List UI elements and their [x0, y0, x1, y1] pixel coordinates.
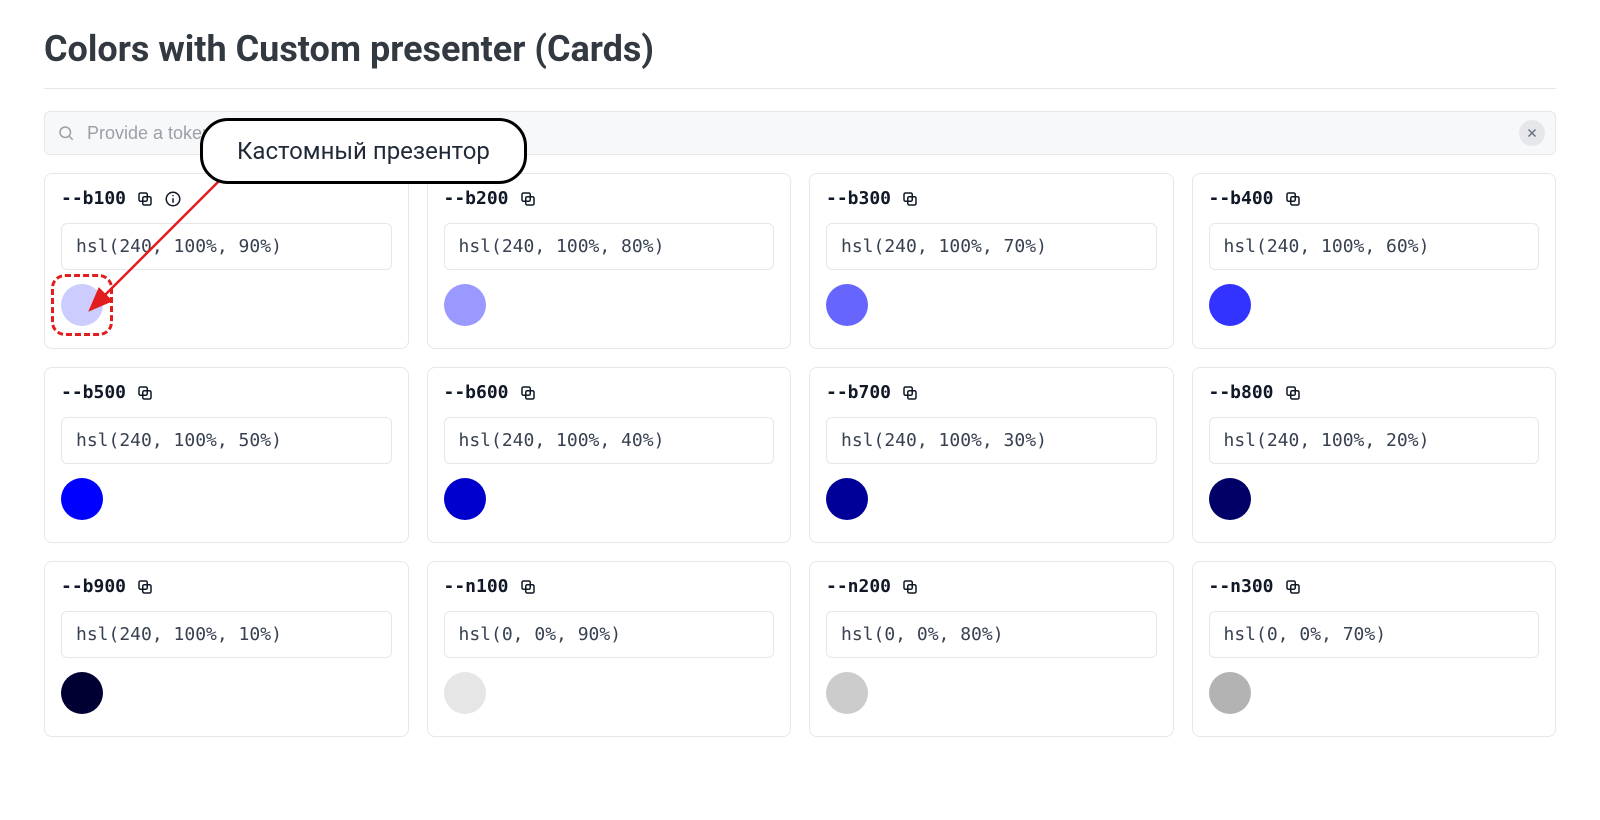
- color-card: --b600 hsl(240, 100%, 40%): [427, 367, 792, 543]
- token-name: --b600: [444, 382, 509, 403]
- token-value[interactable]: hsl(240, 100%, 70%): [826, 223, 1157, 270]
- token-name: --b900: [61, 576, 126, 597]
- token-value[interactable]: hsl(240, 100%, 20%): [1209, 417, 1540, 464]
- token-name: --n200: [826, 576, 891, 597]
- card-header: --b100: [61, 188, 392, 209]
- copy-icon[interactable]: [519, 190, 537, 208]
- color-card: --n300 hsl(0, 0%, 70%): [1192, 561, 1557, 737]
- annotation-callout: Кастомный презентор: [200, 118, 527, 184]
- token-name: --b800: [1209, 382, 1274, 403]
- copy-icon[interactable]: [519, 384, 537, 402]
- card-header: --b700: [826, 382, 1157, 403]
- color-swatch: [1209, 672, 1251, 714]
- copy-icon[interactable]: [901, 578, 919, 596]
- card-header: --b600: [444, 382, 775, 403]
- token-value[interactable]: hsl(240, 100%, 60%): [1209, 223, 1540, 270]
- color-card: --b800 hsl(240, 100%, 20%): [1192, 367, 1557, 543]
- token-name: --n300: [1209, 576, 1274, 597]
- search-icon: [57, 124, 75, 142]
- copy-icon[interactable]: [136, 384, 154, 402]
- card-header: --n100: [444, 576, 775, 597]
- token-value[interactable]: hsl(240, 100%, 80%): [444, 223, 775, 270]
- token-name: --b100: [61, 188, 126, 209]
- card-header: --n200: [826, 576, 1157, 597]
- color-swatch: [826, 478, 868, 520]
- color-swatch: [1209, 478, 1251, 520]
- card-header: --b200: [444, 188, 775, 209]
- token-name: --b200: [444, 188, 509, 209]
- color-card: --b100 hsl(240, 100%, 90%): [44, 173, 409, 349]
- title-divider: [44, 88, 1556, 89]
- copy-icon[interactable]: [1284, 578, 1302, 596]
- token-value[interactable]: hsl(240, 100%, 40%): [444, 417, 775, 464]
- copy-icon[interactable]: [519, 578, 537, 596]
- clear-search-button[interactable]: [1519, 120, 1545, 146]
- copy-icon[interactable]: [1284, 384, 1302, 402]
- token-name: --n100: [444, 576, 509, 597]
- info-icon[interactable]: [164, 190, 182, 208]
- color-card: --n200 hsl(0, 0%, 80%): [809, 561, 1174, 737]
- color-card: --b900 hsl(240, 100%, 10%): [44, 561, 409, 737]
- color-card: --n100 hsl(0, 0%, 90%): [427, 561, 792, 737]
- copy-icon[interactable]: [901, 384, 919, 402]
- color-swatch: [444, 672, 486, 714]
- card-header: --n300: [1209, 576, 1540, 597]
- page-title: Colors with Custom presenter (Cards): [44, 28, 1556, 70]
- token-value[interactable]: hsl(0, 0%, 70%): [1209, 611, 1540, 658]
- color-swatch: [826, 672, 868, 714]
- copy-icon[interactable]: [136, 190, 154, 208]
- token-name: --b400: [1209, 188, 1274, 209]
- color-swatch: [826, 284, 868, 326]
- color-card: --b400 hsl(240, 100%, 60%): [1192, 173, 1557, 349]
- card-header: --b500: [61, 382, 392, 403]
- color-swatch: [61, 284, 103, 326]
- token-value[interactable]: hsl(0, 0%, 90%): [444, 611, 775, 658]
- card-header: --b400: [1209, 188, 1540, 209]
- copy-icon[interactable]: [1284, 190, 1302, 208]
- color-swatch: [444, 284, 486, 326]
- token-value[interactable]: hsl(240, 100%, 90%): [61, 223, 392, 270]
- token-name: --b500: [61, 382, 126, 403]
- card-header: --b900: [61, 576, 392, 597]
- color-swatch: [444, 478, 486, 520]
- token-name: --b700: [826, 382, 891, 403]
- color-swatch: [61, 478, 103, 520]
- copy-icon[interactable]: [136, 578, 154, 596]
- card-header: --b300: [826, 188, 1157, 209]
- color-swatch: [1209, 284, 1251, 326]
- token-value[interactable]: hsl(240, 100%, 50%): [61, 417, 392, 464]
- card-header: --b800: [1209, 382, 1540, 403]
- color-card: --b300 hsl(240, 100%, 70%): [809, 173, 1174, 349]
- copy-icon[interactable]: [901, 190, 919, 208]
- token-value[interactable]: hsl(240, 100%, 30%): [826, 417, 1157, 464]
- color-card: --b500 hsl(240, 100%, 50%): [44, 367, 409, 543]
- color-card: --b700 hsl(240, 100%, 30%): [809, 367, 1174, 543]
- color-swatch: [61, 672, 103, 714]
- color-card: --b200 hsl(240, 100%, 80%): [427, 173, 792, 349]
- token-name: --b300: [826, 188, 891, 209]
- token-value[interactable]: hsl(0, 0%, 80%): [826, 611, 1157, 658]
- token-value[interactable]: hsl(240, 100%, 10%): [61, 611, 392, 658]
- annotation-text: Кастомный презентор: [237, 137, 490, 165]
